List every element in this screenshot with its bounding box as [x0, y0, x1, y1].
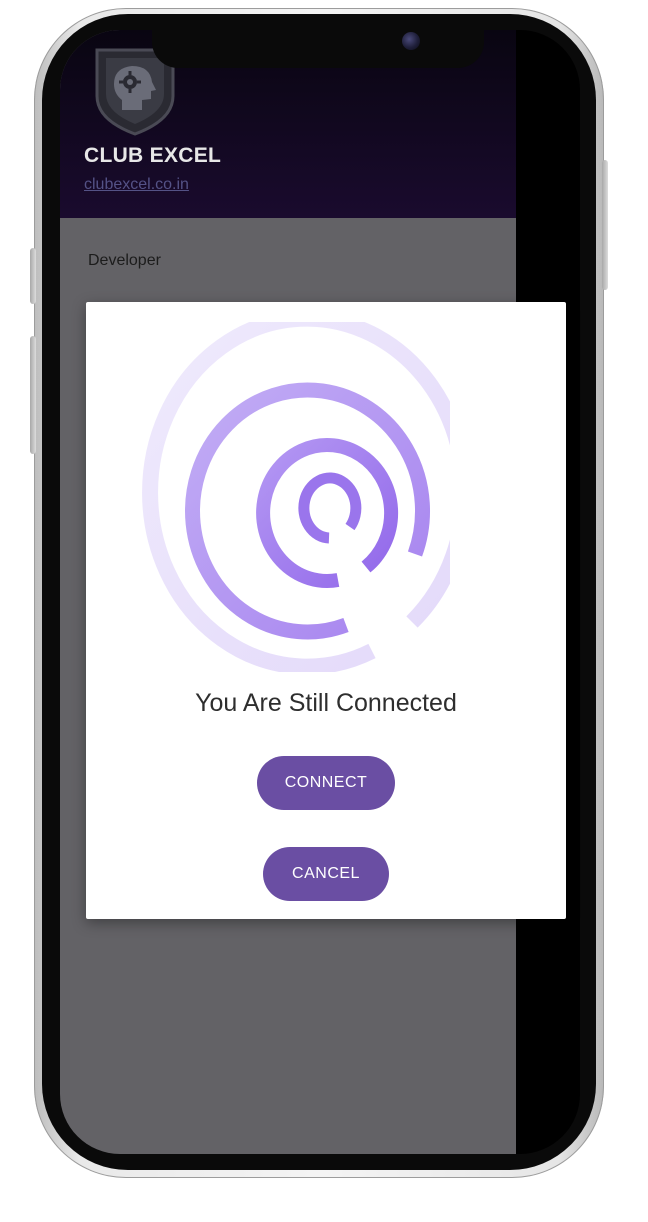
- connection-dialog: You Are Still Connected CONNECT CANCEL: [86, 302, 566, 919]
- connect-button[interactable]: CONNECT: [257, 756, 395, 810]
- phone-volume-button: [30, 336, 36, 454]
- phone-notch: [152, 30, 484, 68]
- app-name: CLUB EXCEL: [84, 144, 222, 167]
- drawer-item-developer[interactable]: Developer: [88, 252, 161, 270]
- dialog-message: You Are Still Connected: [195, 689, 457, 717]
- cancel-button[interactable]: CANCEL: [263, 847, 389, 901]
- signal-rings-icon: [142, 322, 450, 672]
- phone-mute-switch: [30, 248, 36, 304]
- app-website-link[interactable]: clubexcel.co.in: [84, 176, 189, 194]
- front-camera: [402, 32, 420, 50]
- phone-power-button: [602, 160, 608, 290]
